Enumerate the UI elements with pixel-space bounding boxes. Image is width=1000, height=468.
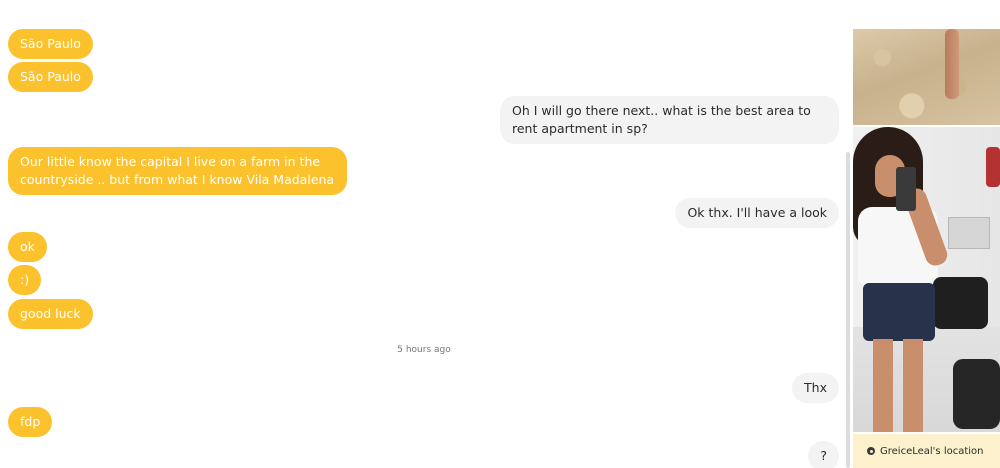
map-pin-icon <box>867 447 875 455</box>
profile-sidebar: GreiceLeal's location <box>853 0 1000 468</box>
message-thread[interactable]: São Paulo São Paulo Oh I will go there n… <box>0 0 848 468</box>
message-incoming: good luck <box>8 299 93 329</box>
message-outgoing: Oh I will go there next.. what is the be… <box>500 96 839 144</box>
message-incoming: :) <box>8 265 42 295</box>
profile-photo-selfie[interactable] <box>853 127 1000 432</box>
message-incoming: ok <box>8 232 47 262</box>
message-outgoing: ? <box>808 441 839 468</box>
message-timestamp: 5 hours ago <box>397 345 451 355</box>
chat-scrollbar[interactable] <box>846 152 850 468</box>
location-label: GreiceLeal's location <box>880 445 984 457</box>
location-link[interactable]: GreiceLeal's location <box>853 434 1000 468</box>
profile-photo-beach[interactable] <box>853 29 1000 125</box>
message-incoming: São Paulo <box>8 62 93 92</box>
message-outgoing: Thx <box>792 373 839 403</box>
message-incoming: Our little know the capital I live on a … <box>8 147 347 195</box>
message-incoming: São Paulo <box>8 29 93 59</box>
message-incoming: fdp <box>8 407 53 437</box>
message-outgoing: Ok thx. I'll have a look <box>675 198 839 228</box>
chat-screen: São Paulo São Paulo Oh I will go there n… <box>0 0 1000 468</box>
